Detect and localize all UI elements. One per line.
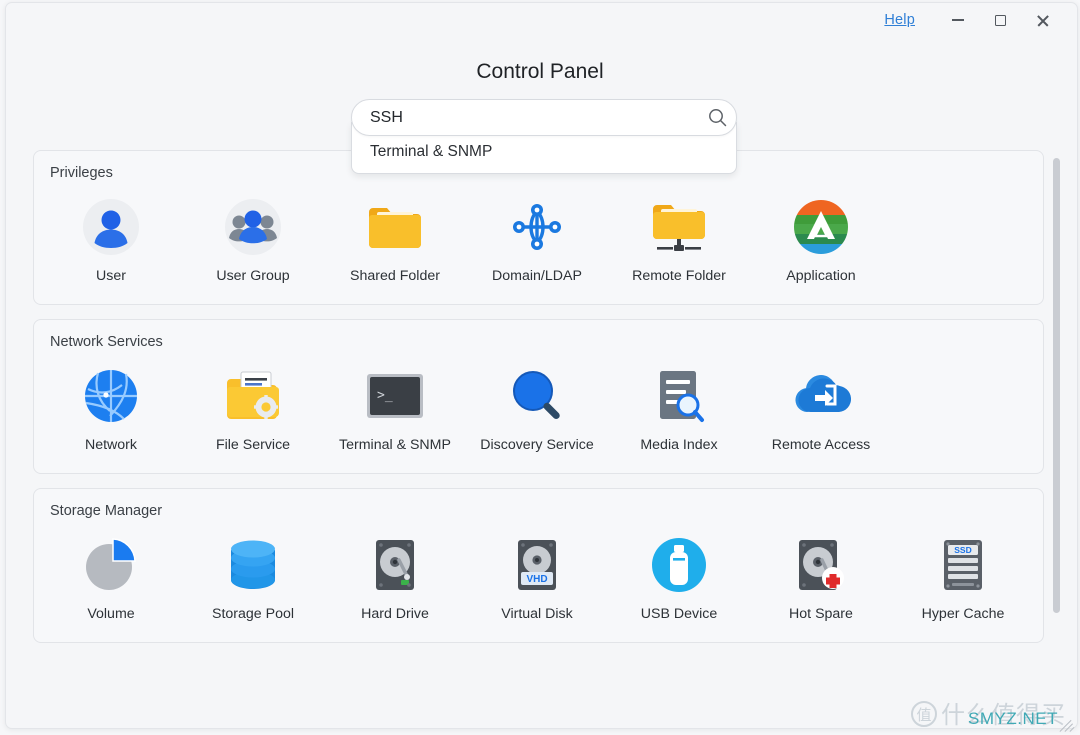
svg-text:SSD: SSD (954, 545, 971, 555)
search-icon[interactable] (698, 108, 736, 127)
tile-label: Media Index (640, 437, 718, 453)
tile-shared-folder[interactable]: Shared Folder (324, 187, 466, 286)
virtual-disk-icon: VHD (505, 533, 569, 597)
tile-label: Remote Folder (632, 268, 726, 284)
network-globe-icon (79, 364, 143, 428)
tile-user-group[interactable]: User Group (182, 187, 324, 286)
tile-label: Hyper Cache (921, 606, 1005, 622)
section-storage-manager: Storage Manager Volume Storage Pool Hard… (33, 488, 1044, 643)
hot-spare-icon (789, 533, 853, 597)
tile-label: Network (84, 437, 138, 453)
tile-virtual-disk[interactable]: VHD Virtual Disk (466, 525, 608, 624)
tile-domain-ldap[interactable]: Domain/LDAP (466, 187, 608, 286)
search-area: Terminal & SNMP (351, 99, 737, 174)
svg-text:VHD: VHD (526, 574, 547, 585)
close-icon (1036, 14, 1049, 27)
usb-device-icon (647, 533, 711, 597)
help-link[interactable]: Help (884, 12, 915, 28)
tile-volume[interactable]: Volume (40, 525, 182, 624)
tile-user[interactable]: User (40, 187, 182, 286)
tile-label: Remote Access (771, 437, 871, 453)
hard-drive-icon (363, 533, 427, 597)
section-title: Storage Manager (50, 503, 163, 519)
tile-label: Application (786, 268, 856, 284)
tile-remote-access[interactable]: Remote Access (750, 356, 892, 455)
tile-label: Hot Spare (789, 606, 853, 622)
control-panel-window: Help Control Panel Terminal & SNMP (0, 0, 1080, 735)
tile-hard-drive[interactable]: Hard Drive (324, 525, 466, 624)
tile-label: Volume (87, 606, 135, 622)
user-group-icon (221, 195, 285, 259)
hyper-cache-ssd-icon: SSD (931, 533, 995, 597)
minimize-button[interactable] (937, 5, 979, 35)
tile-label: File Service (215, 437, 291, 453)
volume-pie-icon (79, 533, 143, 597)
vertical-scrollbar[interactable] (1053, 158, 1060, 613)
tile-label: Discovery Service (480, 437, 594, 453)
tile-label: Terminal & SNMP (339, 437, 451, 453)
tile-network[interactable]: Network (40, 356, 182, 455)
section-title: Network Services (50, 334, 163, 350)
remote-access-cloud-icon (789, 364, 853, 428)
tile-label: USB Device (640, 606, 718, 622)
title-bar: Help (6, 3, 1077, 37)
file-service-icon (221, 364, 285, 428)
tile-discovery-service[interactable]: Discovery Service (466, 356, 608, 455)
tile-grid: User User Group Shared Folder Domain/LDA… (34, 187, 1043, 286)
tile-label: User (96, 268, 126, 284)
tile-label: Shared Folder (350, 268, 440, 284)
tile-usb-device[interactable]: USB Device (608, 525, 750, 624)
tile-remote-folder[interactable]: Remote Folder (608, 187, 750, 286)
shared-folder-icon (363, 195, 427, 259)
tile-storage-pool[interactable]: Storage Pool (182, 525, 324, 624)
terminal-icon: >_ (363, 364, 427, 428)
user-icon (79, 195, 143, 259)
tile-terminal-snmp[interactable]: >_ Terminal & SNMP (324, 356, 466, 455)
tile-hyper-cache[interactable]: SSD Hyper Cache (892, 525, 1034, 624)
tile-grid: Network File Service >_ Terminal & SNMP … (34, 356, 1043, 455)
tile-label: Hard Drive (361, 606, 429, 622)
remote-folder-icon (647, 195, 711, 259)
resize-grip[interactable] (1058, 714, 1076, 732)
tile-label: Domain/LDAP (492, 268, 582, 284)
media-index-icon (647, 364, 711, 428)
maximize-button[interactable] (979, 5, 1021, 35)
page-title: Control Panel (476, 60, 604, 83)
search-box[interactable] (351, 99, 737, 136)
application-icon (789, 195, 853, 259)
tile-application[interactable]: Application (750, 187, 892, 286)
tile-hot-spare[interactable]: Hot Spare (750, 525, 892, 624)
watermark-site: SMYZ.NET (968, 709, 1058, 728)
discovery-magnifier-icon (505, 364, 569, 428)
tile-label: Storage Pool (211, 606, 295, 622)
tile-media-index[interactable]: Media Index (608, 356, 750, 455)
tile-label: Virtual Disk (501, 606, 573, 622)
search-input[interactable] (352, 108, 698, 127)
section-network-services: Network Services Network File Service >_… (33, 319, 1044, 474)
suggestion-item[interactable]: Terminal & SNMP (352, 137, 736, 173)
maximize-icon (994, 14, 1006, 26)
content-area: Privileges User User Group Shared Folder… (18, 150, 1066, 721)
close-button[interactable] (1021, 5, 1063, 35)
svg-text:>_: >_ (377, 388, 393, 403)
tile-label: User Group (216, 268, 290, 284)
storage-pool-icon (221, 533, 285, 597)
minimize-icon (952, 19, 964, 21)
tile-grid: Volume Storage Pool Hard Drive VHD Virtu… (34, 525, 1043, 624)
tile-file-service[interactable]: File Service (182, 356, 324, 455)
domain-ldap-icon (505, 195, 569, 259)
